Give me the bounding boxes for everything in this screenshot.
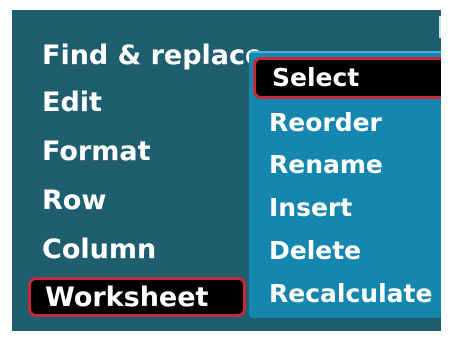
menu-item-edit[interactable]: Edit: [42, 83, 102, 123]
menu-item-label: Worksheet: [45, 282, 209, 313]
worksheet-submenu: Select Reorder Rename Insert Delete Reca…: [249, 51, 441, 318]
submenu-item-label: Delete: [269, 236, 362, 265]
submenu-item-reorder[interactable]: Reorder: [269, 102, 382, 144]
menu-item-label: Row: [42, 185, 107, 216]
submenu-item-delete[interactable]: Delete: [269, 230, 361, 272]
submenu-item-select[interactable]: Select: [253, 57, 441, 99]
menu-item-column[interactable]: Column: [42, 230, 156, 270]
submenu-item-label: Recalculate: [269, 279, 433, 308]
submenu-item-label: Rename: [269, 150, 383, 179]
menu-item-label: Find & replace: [42, 40, 264, 71]
menu-item-format[interactable]: Format: [42, 132, 150, 172]
submenu-item-label: Reorder: [269, 108, 382, 137]
submenu-item-label: Select: [272, 63, 360, 92]
submenu-item-insert[interactable]: Insert: [269, 187, 352, 229]
menu-item-find-replace[interactable]: Find & replace: [42, 36, 263, 76]
scroll-indicator[interactable]: [439, 16, 441, 38]
submenu-item-rename[interactable]: Rename: [269, 144, 383, 186]
submenu-item-label: Insert: [269, 193, 353, 222]
menu-item-label: Column: [42, 234, 157, 265]
menu-item-label: Edit: [42, 87, 102, 118]
submenu-item-recalculate[interactable]: Recalculate: [269, 273, 432, 315]
menu-item-worksheet[interactable]: Worksheet: [28, 277, 246, 317]
menu-screen: Find & replace Edit Format Row Column Wo…: [12, 10, 441, 331]
menu-item-row[interactable]: Row: [42, 181, 106, 221]
menu-item-label: Format: [42, 136, 151, 167]
